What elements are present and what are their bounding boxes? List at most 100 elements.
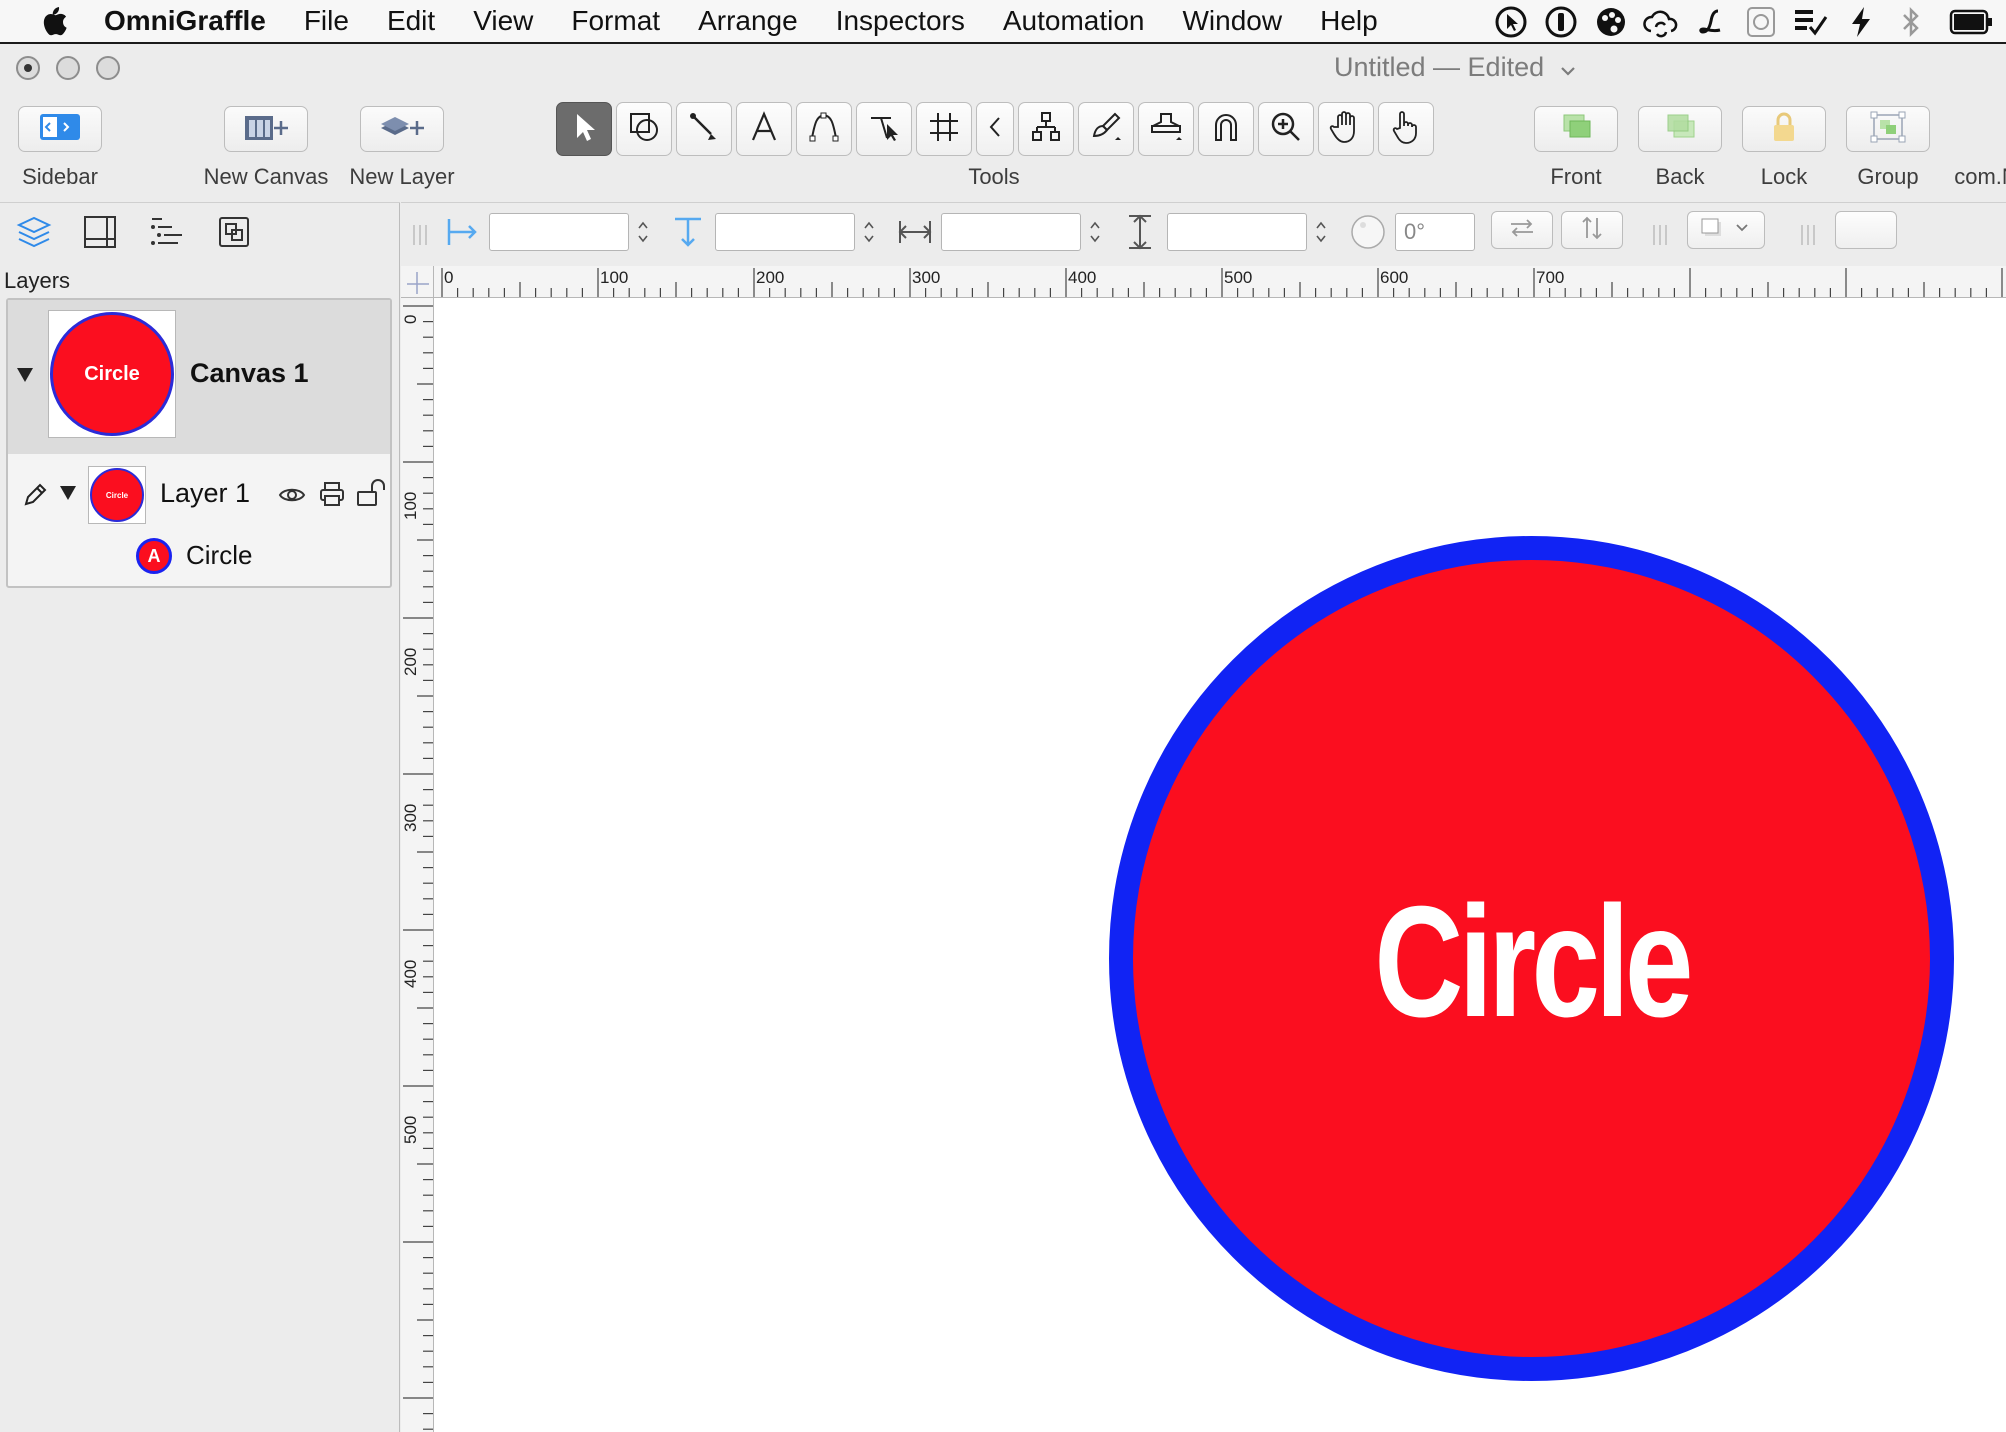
eye-visibility-icon[interactable]: [278, 484, 306, 511]
height-input[interactable]: [1167, 213, 1307, 251]
canvas-name: Canvas 1: [190, 358, 309, 388]
rotation-input[interactable]: 0°: [1395, 213, 1475, 251]
y-position-input[interactable]: [715, 213, 855, 251]
battery-icon[interactable]: [1936, 0, 2006, 44]
menu-view[interactable]: View: [454, 0, 552, 43]
vruler-label: 400: [401, 959, 420, 988]
group-button[interactable]: [1846, 106, 1930, 152]
flip-vertical-icon: [1579, 214, 1605, 247]
bring-front-icon: [1556, 111, 1596, 148]
height-stepper[interactable]: [1311, 213, 1331, 251]
circle-shape-label: Circle: [1374, 874, 1693, 1050]
flip-vertical-button[interactable]: [1561, 211, 1623, 249]
menu-help[interactable]: Help: [1301, 0, 1397, 43]
rotation-dial-icon[interactable]: [1349, 213, 1387, 256]
selection-tool-button[interactable]: [556, 102, 612, 156]
overflow-label[interactable]: com.N: [1954, 164, 2006, 190]
canvas-row[interactable]: Circle Canvas 1: [8, 300, 390, 454]
menu-file[interactable]: File: [285, 0, 368, 43]
script-l-icon[interactable]: [1686, 0, 1736, 44]
disclosure-triangle-icon[interactable]: [60, 486, 76, 500]
x-position-stepper[interactable]: [633, 213, 653, 251]
flip-horizontal-icon: [1507, 216, 1537, 245]
menu-format[interactable]: Format: [552, 0, 679, 43]
point-editor-tool-button[interactable]: [856, 102, 912, 156]
hruler-label: 600: [1380, 268, 1409, 287]
rubber-stamp-tool-button[interactable]: [1138, 102, 1194, 156]
pen-tool-button[interactable]: [796, 102, 852, 156]
ruler-origin-corner[interactable]: [401, 266, 434, 298]
line-tool-icon: [687, 110, 721, 149]
width-input[interactable]: [941, 213, 1081, 251]
tab-outline[interactable]: [140, 207, 196, 261]
hruler-label: 500: [1224, 268, 1253, 287]
cursor-status-icon[interactable]: [1486, 0, 1536, 44]
menu-inspectors[interactable]: Inspectors: [817, 0, 984, 43]
menu-window[interactable]: Window: [1164, 0, 1302, 43]
drawing-canvas[interactable]: Circle: [434, 298, 2006, 1432]
window-zoom-button[interactable]: [96, 56, 120, 80]
lock-button[interactable]: [1742, 106, 1826, 152]
horizontal-ruler[interactable]: 0 100 200 300 400 500 600 700: [434, 266, 2006, 298]
sidebar-toggle-button[interactable]: [18, 106, 102, 152]
shadow-style-popup[interactable]: [1687, 211, 1765, 249]
cloud-sync-icon[interactable]: [1636, 0, 1686, 44]
hand-tool-button[interactable]: [1318, 102, 1374, 156]
new-layer-button[interactable]: [360, 106, 444, 152]
sidebar: Layers Circle Canvas 1 Circle Layer 1 A …: [0, 202, 400, 1432]
pencil-edit-icon[interactable]: [22, 482, 48, 513]
document-title[interactable]: Untitled — Edited: [1334, 52, 1576, 84]
canvas-thumbnail-label: Circle: [84, 362, 140, 385]
lightning-icon[interactable]: [1836, 0, 1886, 44]
collapse-tools-button[interactable]: [976, 102, 1014, 156]
style-swatch-button[interactable]: [1835, 211, 1897, 249]
layer-name: Layer 1: [160, 478, 251, 508]
menu-arrange[interactable]: Arrange: [679, 0, 817, 43]
window-minimize-button[interactable]: [56, 56, 80, 80]
width-icon: [897, 215, 933, 254]
menu-edit[interactable]: Edit: [368, 0, 454, 43]
stamp-icon: [1148, 110, 1184, 149]
tab-layers[interactable]: [6, 207, 62, 261]
unlocked-icon[interactable]: [356, 478, 390, 513]
menu-automation[interactable]: Automation: [984, 0, 1164, 43]
vertical-ruler[interactable]: 0 100 200 300 400 500: [401, 298, 434, 1432]
table-tool-button[interactable]: [916, 102, 972, 156]
layer-row[interactable]: Circle Layer 1: [8, 454, 390, 528]
tab-canvases[interactable]: [72, 207, 128, 261]
menu-app-name[interactable]: OmniGraffle: [90, 0, 285, 43]
browse-tool-button[interactable]: [1378, 102, 1434, 156]
task-check-icon[interactable]: [1786, 0, 1836, 44]
style-brush-tool-button[interactable]: [1078, 102, 1134, 156]
text-tool-button[interactable]: [736, 102, 792, 156]
info-status-icon[interactable]: [1536, 0, 1586, 44]
bring-to-front-button[interactable]: [1534, 106, 1618, 152]
apple-menu-icon[interactable]: [40, 0, 90, 43]
y-position-icon: [671, 215, 705, 256]
width-stepper[interactable]: [1085, 213, 1105, 251]
send-to-back-button[interactable]: [1638, 106, 1722, 152]
circle-shape[interactable]: Circle: [1109, 536, 1954, 1381]
magnet-icon: [1209, 110, 1243, 149]
palette-status-icon[interactable]: [1586, 0, 1636, 44]
sidebar-icon: [38, 112, 82, 147]
disclosure-triangle-icon[interactable]: [17, 368, 33, 382]
printer-icon[interactable]: [318, 480, 346, 513]
flip-horizontal-button[interactable]: [1491, 211, 1553, 249]
tab-selection[interactable]: [206, 207, 262, 261]
x-position-input[interactable]: [489, 213, 629, 251]
shape-tool-button[interactable]: [616, 102, 672, 156]
window-close-button[interactable]: [16, 56, 40, 80]
new-canvas-button[interactable]: [224, 106, 308, 152]
line-tool-button[interactable]: [676, 102, 732, 156]
bluetooth-icon[interactable]: [1886, 0, 1936, 44]
zoom-tool-button[interactable]: [1258, 102, 1314, 156]
copyright-box-icon[interactable]: [1736, 0, 1786, 44]
lock-label: Lock: [1760, 164, 1808, 189]
diagram-tool-button[interactable]: [1018, 102, 1074, 156]
layers-list: Circle Canvas 1 Circle Layer 1 A Circle: [6, 298, 392, 588]
y-position-stepper[interactable]: [859, 213, 879, 251]
magnet-tool-button[interactable]: [1198, 102, 1254, 156]
object-row-circle[interactable]: A Circle: [8, 528, 390, 586]
menu-bar: OmniGraffle File Edit View Format Arrang…: [0, 0, 2006, 44]
